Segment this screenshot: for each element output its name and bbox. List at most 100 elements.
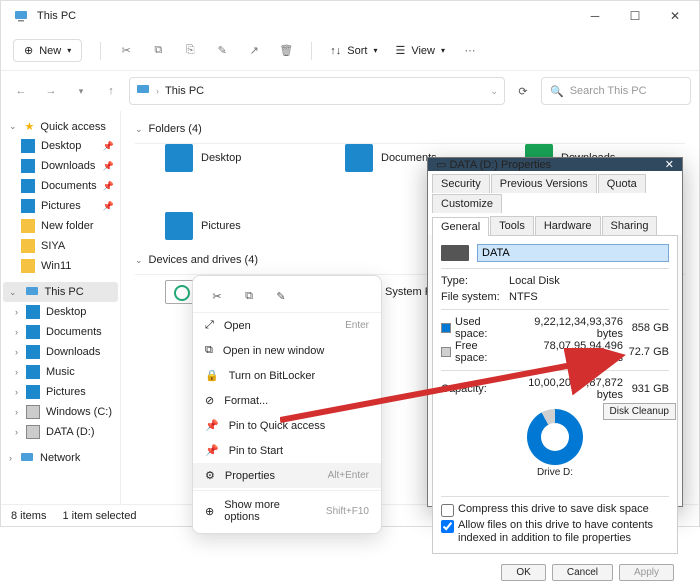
toolbar: ⊕ New ▾ ✂ ⧉ ⎘ ✎ ↗ 🗑 ↑↓ Sort ▾ ☰ View ▾ ⋯ [1,31,699,71]
plus-icon: ⊕ [24,44,33,57]
sidebar-pc-desktop[interactable]: ›Desktop [3,302,118,322]
apply-button[interactable]: Apply [619,564,674,581]
drive-label: Drive D: [441,467,669,478]
menu-properties[interactable]: ⚙PropertiesAlt+Enter [193,463,381,488]
cut-icon[interactable]: ✂ [205,284,229,308]
view-button[interactable]: ☰ View ▾ [395,44,445,57]
minimize-button[interactable]: ─ [575,1,615,31]
menu-format[interactable]: ⊘Format... [193,388,381,413]
close-icon[interactable]: ✕ [665,158,674,171]
status-items: 8 items [11,510,46,522]
search-icon: 🔍 [550,85,564,98]
menu-pin-quick[interactable]: 📌Pin to Quick access [193,413,381,438]
tabs-row2: General Tools Hardware Sharing [428,213,682,235]
rename-icon[interactable]: ✎ [269,284,293,308]
tab-quota[interactable]: Quota [598,174,646,193]
pie-chart [527,409,583,465]
tab-general[interactable]: General [432,217,489,236]
this-pc-icon [13,8,29,24]
more-icon: ⊕ [205,505,214,518]
copy-icon[interactable]: ⧉ [237,284,261,308]
used-space: Used space:9,22,12,34,93,376 bytes858 GB [441,316,669,340]
sidebar-pc-downloads[interactable]: ›Downloads [3,342,118,362]
menu-open-new[interactable]: ⧉Open in new window [193,338,381,363]
menu-bitlocker[interactable]: 🔒Turn on BitLocker [193,363,381,388]
open-icon: ⤢ [205,319,214,332]
pin-icon: 📌 [205,444,219,457]
properties-body: Type:Local Disk File system:NTFS Used sp… [432,235,678,554]
context-menu: ✂ ⧉ ✎ ⤢OpenEnter ⧉Open in new window 🔒Tu… [192,275,382,534]
folders-header[interactable]: ⌄Folders (4) [135,123,685,135]
back-button[interactable]: ← [9,79,33,103]
up-button[interactable]: ↑ [99,79,123,103]
close-button[interactable]: ✕ [655,1,695,31]
sidebar-item-desktop[interactable]: Desktop📌 [3,136,118,156]
sidebar-item-downloads[interactable]: Downloads📌 [3,156,118,176]
chevron-down-icon: ▾ [67,46,71,55]
sidebar-item-documents[interactable]: Documents📌 [3,176,118,196]
rename-icon[interactable]: ✎ [215,44,229,58]
folder-desktop[interactable]: Desktop [165,144,305,172]
sidebar-pc-windowsc[interactable]: ›Windows (C:) [3,402,118,422]
pin-icon: 📌 [205,419,219,432]
sidebar-item-win11[interactable]: Win11 [3,256,118,276]
share-icon[interactable]: ↗ [247,44,261,58]
new-button[interactable]: ⊕ New ▾ [13,39,82,62]
sidebar-item-siya[interactable]: SIYA [3,236,118,256]
ok-button[interactable]: OK [501,564,545,581]
properties-icon: ⚙ [205,469,215,482]
this-pc-icon [136,83,150,100]
titlebar: This PC ─ ☐ ✕ [1,1,699,31]
chevron-down-icon[interactable]: ⌄ [490,86,498,97]
address-bar[interactable]: › This PC ⌄ [129,77,505,105]
dialog-titlebar[interactable]: ▭ DATA (D:) Properties ✕ [428,158,682,171]
sidebar-item-newfolder[interactable]: New folder [3,216,118,236]
cancel-button[interactable]: Cancel [552,564,613,581]
sidebar: ⌄★ Quick access Desktop📌 Downloads📌 Docu… [1,111,121,504]
drive-icon: ▭ [436,158,446,171]
sidebar-pc-documents[interactable]: ›Documents [3,322,118,342]
sidebar-pc-music[interactable]: ›Music [3,362,118,382]
maximize-button[interactable]: ☐ [615,1,655,31]
status-selected: 1 item selected [62,510,136,522]
menu-more[interactable]: ⊕Show more optionsShift+F10 [193,493,381,529]
delete-icon[interactable]: 🗑 [279,44,293,58]
menu-pin-start[interactable]: 📌Pin to Start [193,438,381,463]
tab-prevver[interactable]: Previous Versions [491,174,597,193]
disk-cleanup-button[interactable]: Disk Cleanup [603,403,676,420]
tab-tools[interactable]: Tools [490,216,534,235]
compress-checkbox[interactable]: Compress this drive to save disk space [441,503,669,517]
format-icon: ⊘ [205,394,214,407]
tabs-row1: Security Previous Versions Quota Customi… [428,171,682,213]
sidebar-pc-pictures[interactable]: ›Pictures [3,382,118,402]
folder-pictures[interactable]: Pictures [165,212,305,240]
breadcrumb[interactable]: This PC [165,85,204,97]
navbar: ← → ▾ ↑ › This PC ⌄ ⟳ 🔍 Search This PC [1,71,699,111]
drive-name-input[interactable] [477,244,669,262]
cut-icon[interactable]: ✂ [119,44,133,58]
sort-button[interactable]: ↑↓ Sort ▾ [330,45,377,57]
tab-security[interactable]: Security [432,174,490,193]
sidebar-pc-datad[interactable]: ›DATA (D:) [3,422,118,442]
sidebar-network[interactable]: ›Network [3,448,118,468]
window-icon: ⧉ [205,344,213,357]
capacity: Capacity:10,00,20,30,87,872 bytes931 GB [441,377,669,401]
index-checkbox[interactable]: Allow files on this drive to have conten… [441,519,669,545]
chevron-down-icon[interactable]: ▾ [69,79,93,103]
paste-icon[interactable]: ⎘ [183,44,197,58]
menu-open[interactable]: ⤢OpenEnter [193,313,381,338]
more-icon[interactable]: ⋯ [463,44,477,58]
free-space: Free space:78,07,95,94,496 bytes72.7 GB [441,340,669,364]
properties-dialog: ▭ DATA (D:) Properties ✕ Security Previo… [427,157,683,507]
tab-hardware[interactable]: Hardware [535,216,601,235]
tab-sharing[interactable]: Sharing [602,216,658,235]
sidebar-item-pictures[interactable]: Pictures📌 [3,196,118,216]
lock-icon: 🔒 [205,369,219,382]
copy-icon[interactable]: ⧉ [151,44,165,58]
sidebar-quick-access[interactable]: ⌄★ Quick access [3,117,118,136]
tab-customize[interactable]: Customize [432,194,502,213]
sidebar-this-pc[interactable]: ⌄This PC [3,282,118,302]
search-input[interactable]: 🔍 Search This PC [541,77,691,105]
forward-button[interactable]: → [39,79,63,103]
refresh-button[interactable]: ⟳ [511,79,535,103]
